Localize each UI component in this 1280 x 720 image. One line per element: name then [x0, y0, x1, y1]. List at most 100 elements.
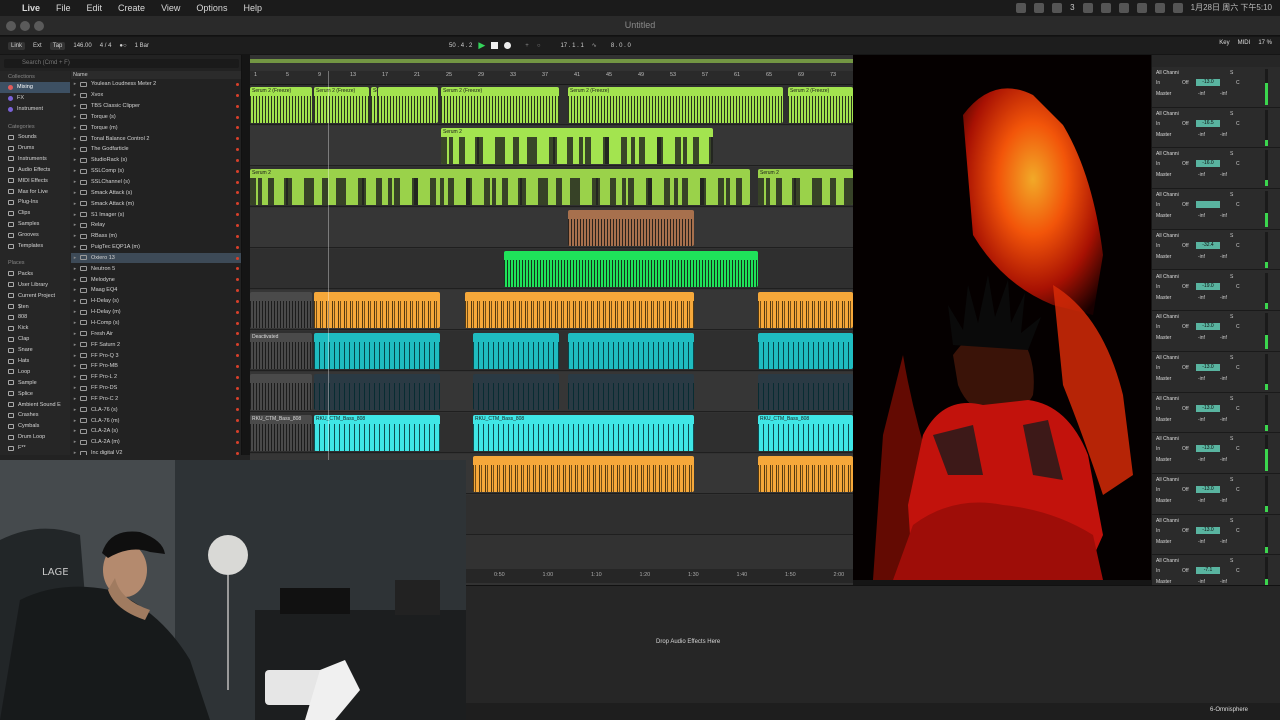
track-volume-field[interactable]: -13.0 — [1196, 526, 1220, 534]
wechat-icon[interactable] — [1052, 2, 1063, 13]
monitor-off-button[interactable]: Off — [1182, 202, 1189, 208]
menu-options[interactable]: Options — [196, 3, 227, 13]
place-item[interactable]: $ten — [0, 301, 70, 312]
expand-arrow-icon[interactable]: ▸ — [71, 439, 79, 445]
monitor-off-button[interactable]: Off — [1182, 446, 1189, 452]
monitor-in-button[interactable]: In — [1156, 243, 1160, 249]
monitor-in-button[interactable]: In — [1156, 80, 1160, 86]
output-type-menu[interactable]: Master — [1156, 335, 1192, 342]
expand-arrow-icon[interactable]: ▸ — [71, 320, 79, 326]
browser-list-item[interactable]: ▸ Smack Attack (m) — [71, 198, 241, 209]
pan-knob[interactable]: C — [1236, 406, 1240, 412]
solo-button[interactable]: S — [1230, 355, 1233, 361]
expand-arrow-icon[interactable]: ▸ — [71, 266, 79, 272]
category-item[interactable]: Drums — [0, 143, 70, 154]
category-item[interactable]: Samples — [0, 219, 70, 230]
category-item[interactable]: Audio Effects — [0, 164, 70, 175]
output-type-menu[interactable]: Master — [1156, 417, 1192, 424]
browser-list-item[interactable]: ▸ Torque (s) — [71, 112, 241, 123]
menu-edit[interactable]: Edit — [87, 3, 103, 13]
pan-knob[interactable]: C — [1236, 80, 1240, 86]
play-button[interactable]: ▶ — [478, 40, 485, 51]
pan-knob[interactable]: C — [1236, 528, 1240, 534]
expand-arrow-icon[interactable]: ▸ — [71, 353, 79, 359]
position-field[interactable]: 50 . 4 . 2 — [449, 43, 472, 49]
quantize-menu[interactable]: 1 Bar — [135, 43, 149, 49]
browser-list-item[interactable]: ▸ Xvox — [71, 90, 241, 101]
place-item[interactable]: Cymbals — [0, 421, 70, 432]
beat-ruler[interactable]: 1 5 9 13 17 21 25 29 33 37 41 45 49 53 57 61 65 69 73 — [250, 71, 853, 85]
pan-knob[interactable]: C — [1236, 284, 1240, 290]
browser-list-item[interactable]: ▸ PuigTec EQP1A (m) — [71, 242, 241, 253]
collection-item[interactable]: FX — [0, 93, 70, 104]
output-type-menu[interactable]: Master — [1156, 254, 1192, 261]
expand-arrow-icon[interactable]: ▸ — [71, 233, 79, 239]
output-type-menu[interactable]: Master — [1156, 498, 1192, 505]
expand-arrow-icon[interactable]: ▸ — [71, 363, 79, 369]
stop-button[interactable] — [491, 42, 499, 49]
browser-list-item[interactable]: ▸ FF Pro-L 2 — [71, 372, 241, 383]
monitor-in-button[interactable]: In — [1156, 121, 1160, 127]
ext-sync-button[interactable]: Ext — [33, 43, 42, 49]
browser-list-item[interactable]: ▸ StudioRack (s) — [71, 155, 241, 166]
input-type-menu[interactable]: All Channi — [1156, 233, 1192, 240]
place-item[interactable]: Loop — [0, 366, 70, 377]
input-type-menu[interactable]: All Channi — [1156, 396, 1192, 403]
arrangement-clip[interactable]: RKU_CTM_Bass_808 — [314, 415, 440, 451]
solo-button[interactable]: S — [1230, 436, 1233, 442]
arrangement-clip[interactable] — [758, 374, 853, 410]
expand-arrow-icon[interactable]: ▸ — [71, 201, 79, 207]
expand-arrow-icon[interactable]: ▸ — [71, 190, 79, 196]
monitor-in-button[interactable]: In — [1156, 284, 1160, 290]
arrangement-clip[interactable] — [758, 456, 853, 492]
place-item[interactable]: Hats — [0, 356, 70, 367]
input-type-menu[interactable]: All Channi — [1156, 558, 1192, 565]
browser-list-item[interactable]: ▸ Tonal Balance Control 2 — [71, 133, 241, 144]
expand-arrow-icon[interactable]: ▸ — [71, 331, 79, 337]
output-type-menu[interactable]: Master — [1156, 295, 1192, 302]
time-ruler[interactable]: 0:50 1:00 1:10 1:20 1:30 1:40 1:50 2:00 — [466, 569, 853, 583]
solo-button[interactable]: S — [1230, 314, 1233, 320]
track-lane[interactable] — [250, 249, 853, 289]
loop-brace[interactable] — [250, 59, 853, 63]
browser-list-item[interactable]: ▸ FF Saturn 2 — [71, 339, 241, 350]
monitor-off-button[interactable]: Off — [1182, 243, 1189, 249]
menu-file[interactable]: File — [56, 3, 71, 13]
monitor-in-button[interactable]: In — [1156, 324, 1160, 330]
browser-list-item[interactable]: ▸ Youlean Loudness Meter 2 — [71, 79, 241, 90]
monitor-off-button[interactable]: Off — [1182, 528, 1189, 534]
expand-arrow-icon[interactable]: ▸ — [71, 418, 79, 424]
status-app-icon[interactable] — [1034, 2, 1045, 13]
monitor-in-button[interactable]: In — [1156, 487, 1160, 493]
collection-item[interactable]: Mixing — [0, 82, 70, 93]
tempo-field[interactable]: 146.00 — [73, 43, 91, 49]
arrangement-clip[interactable]: Serum 2 (Freeze) — [250, 87, 312, 123]
expand-arrow-icon[interactable]: ▸ — [71, 81, 79, 87]
place-item[interactable]: Splice — [0, 388, 70, 399]
expand-arrow-icon[interactable]: ▸ — [71, 277, 79, 283]
search-icon[interactable] — [1154, 2, 1165, 13]
browser-list-item[interactable]: ▸ Fresh Air — [71, 328, 241, 339]
monitor-off-button[interactable]: Off — [1182, 324, 1189, 330]
arrangement-clip[interactable] — [378, 87, 438, 123]
browser-list-item[interactable]: ▸ FF Pro-MB — [71, 361, 241, 372]
solo-button[interactable]: S — [1230, 151, 1233, 157]
expand-arrow-icon[interactable]: ▸ — [71, 114, 79, 120]
browser-list-item[interactable]: ▸ The Godfarticle — [71, 144, 241, 155]
browser-list-item[interactable]: ▸ H-Delay (m) — [71, 307, 241, 318]
arrangement-clip[interactable]: Serum 2 (Freeze) — [314, 87, 369, 123]
track-volume-field[interactable]: -19.0 — [1196, 282, 1220, 290]
tap-tempo-button[interactable]: Tap — [49, 41, 66, 50]
track-volume-field[interactable]: -16.5 — [1196, 119, 1220, 127]
solo-button[interactable]: S — [1230, 233, 1233, 239]
solo-button[interactable]: S — [1230, 518, 1233, 524]
output-type-menu[interactable]: Master — [1156, 132, 1192, 139]
track-lane[interactable]: Serum 2 Serum 2 — [250, 167, 853, 207]
browser-list-item[interactable]: ▸ FF Pro-C 2 — [71, 393, 241, 404]
expand-arrow-icon[interactable]: ▸ — [71, 136, 79, 142]
input-type-menu[interactable]: All Channi — [1156, 70, 1192, 77]
loop-start-field[interactable]: 17 . 1 . 1 — [560, 43, 583, 49]
arrangement-clip[interactable] — [314, 374, 440, 410]
track-volume-field[interactable]: -13.0 — [1196, 79, 1220, 86]
track-lane[interactable]: RKU_CTM_Bass_808 RKU_CTM_Bass_808 RKU_CTM_… — [250, 413, 853, 453]
